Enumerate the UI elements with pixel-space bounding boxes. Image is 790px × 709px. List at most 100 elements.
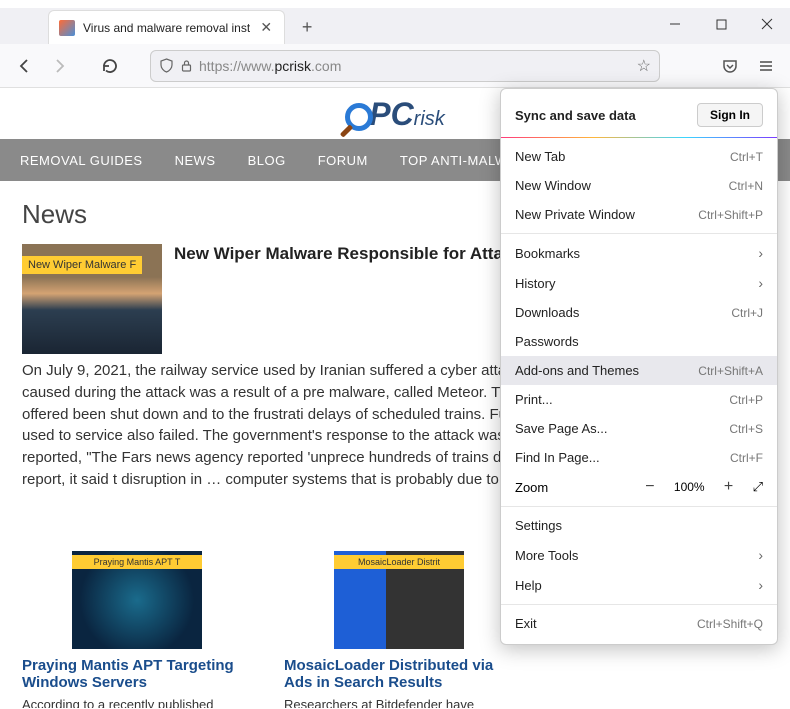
card-title[interactable]: Praying Mantis APT Targeting Windows Ser… [22, 657, 252, 691]
menu-separator [501, 506, 777, 507]
browser-tab[interactable]: Virus and malware removal inst ✕ [48, 10, 285, 44]
menu-item-label: Settings [515, 518, 562, 533]
menu-shortcut: Ctrl+T [730, 150, 763, 164]
menu-shortcut: Ctrl+J [731, 306, 763, 320]
close-icon[interactable]: ✕ [258, 20, 274, 36]
zoom-label: Zoom [515, 480, 640, 495]
zoom-value: 100% [674, 480, 705, 494]
forward-button[interactable] [44, 50, 76, 82]
menu-separator [501, 137, 777, 138]
menu-item-passwords[interactable]: Passwords [501, 327, 777, 356]
menu-item-new-private-window[interactable]: New Private Window Ctrl+Shift+P [501, 200, 777, 229]
nav-news[interactable]: NEWS [175, 153, 216, 168]
titlebar [0, 0, 790, 8]
new-tab-button[interactable]: + [293, 13, 321, 41]
url-text: https://www.pcrisk.com [199, 58, 631, 74]
menu-item-more-tools[interactable]: More Tools › [501, 540, 777, 570]
toolbar: https://www.pcrisk.com ☆ [0, 44, 790, 88]
zoom-in-button[interactable]: + [719, 478, 739, 496]
menu-item-exit[interactable]: ExitCtrl+Shift+Q [501, 609, 777, 638]
zoom-row: Zoom − 100% + ⤢ [501, 472, 777, 502]
chevron-right-icon: › [758, 275, 763, 291]
menu-item-label: Exit [515, 616, 537, 631]
menu-item-label: Print... [515, 392, 553, 407]
menu-item-label: Downloads [515, 305, 579, 320]
menu-shortcut: Ctrl+S [729, 422, 763, 436]
back-button[interactable] [8, 50, 40, 82]
menu-item-label: Help [515, 578, 542, 593]
url-bar[interactable]: https://www.pcrisk.com ☆ [150, 50, 660, 82]
card-body: Researchers at Bitdefender have [284, 697, 514, 709]
chevron-right-icon: › [758, 577, 763, 593]
chevron-right-icon: › [758, 547, 763, 563]
hamburger-menu-button[interactable] [750, 50, 782, 82]
favicon-icon [59, 20, 75, 36]
menu-item-label: Passwords [515, 334, 579, 349]
menu-item-bookmarks[interactable]: Bookmarks › [501, 238, 777, 268]
card-label: MosaicLoader Distrit [334, 555, 464, 569]
card-mosaic: MosaicLoader Distrit MosaicLoader Distri… [284, 551, 514, 709]
menu-item-settings[interactable]: Settings [501, 511, 777, 540]
tab-title: Virus and malware removal inst [83, 21, 250, 35]
menu-item-find-in-page[interactable]: Find In Page... Ctrl+F [501, 443, 777, 472]
site-logo[interactable]: PCrisk [345, 96, 445, 132]
menu-item-print[interactable]: Print... Ctrl+P [501, 385, 777, 414]
menu-item-label: New Private Window [515, 207, 635, 222]
menu-header: Sync and save data Sign In [501, 95, 777, 137]
window-controls [652, 8, 790, 40]
menu-item-label: History [515, 276, 555, 291]
reload-button[interactable] [94, 50, 126, 82]
menu-item-label: New Tab [515, 149, 565, 164]
nav-removal-guides[interactable]: REMOVAL GUIDES [20, 153, 143, 168]
nav-blog[interactable]: BLOG [248, 153, 286, 168]
menu-item-new-tab[interactable]: New Tab Ctrl+T [501, 142, 777, 171]
menu-item-help[interactable]: Help › [501, 570, 777, 600]
pocket-icon[interactable] [714, 50, 746, 82]
card-image[interactable]: Praying Mantis APT T [72, 551, 202, 649]
close-window-button[interactable] [744, 8, 790, 40]
menu-shortcut: Ctrl+Shift+P [698, 208, 763, 222]
chevron-right-icon: › [758, 245, 763, 261]
card-mantis: Praying Mantis APT T Praying Mantis APT … [22, 551, 252, 709]
zoom-out-button[interactable]: − [640, 478, 660, 496]
card-title[interactable]: MosaicLoader Distributed via Ads in Sear… [284, 657, 514, 691]
menu-item-label: Find In Page... [515, 450, 600, 465]
card-label: Praying Mantis APT T [72, 555, 202, 569]
menu-item-new-window[interactable]: New WindowCtrl+N [501, 171, 777, 200]
nav-forum[interactable]: FORUM [318, 153, 368, 168]
menu-item-add-ons-and-themes[interactable]: Add-ons and Themes Ctrl+Shift+A [501, 356, 777, 385]
shield-icon [159, 58, 174, 73]
menu-separator [501, 604, 777, 605]
menu-item-label: New Window [515, 178, 591, 193]
menu-shortcut: Ctrl+Shift+A [698, 364, 763, 378]
magnifier-icon [345, 103, 373, 131]
article-thumbnail[interactable]: New Wiper Malware F [22, 244, 162, 354]
logo-suffix: risk [414, 108, 445, 130]
menu-item-downloads[interactable]: Downloads Ctrl+J [501, 298, 777, 327]
thumb-label: New Wiper Malware F [22, 256, 142, 274]
menu-item-label: Add-ons and Themes [515, 363, 639, 378]
sign-in-button[interactable]: Sign In [697, 103, 763, 127]
menu-shortcut: Ctrl+P [729, 393, 763, 407]
app-menu: Sync and save data Sign In New Tab Ctrl+T… [500, 88, 778, 645]
menu-item-label: More Tools [515, 548, 578, 563]
menu-item-save-page-as[interactable]: Save Page As... Ctrl+S [501, 414, 777, 443]
menu-item-label: Bookmarks [515, 246, 580, 261]
maximize-button[interactable] [698, 8, 744, 40]
url-domain: pcrisk [274, 58, 311, 74]
logo-prefix: PC [369, 96, 413, 132]
url-tld: .com [311, 58, 341, 74]
fullscreen-icon[interactable]: ⤢ [753, 479, 763, 495]
menu-separator [501, 233, 777, 234]
tab-bar: Virus and malware removal inst ✕ + [0, 8, 790, 44]
sync-label: Sync and save data [515, 108, 636, 123]
minimize-button[interactable] [652, 8, 698, 40]
menu-item-label: Save Page As... [515, 421, 608, 436]
lock-icon [180, 59, 193, 72]
card-body: According to a recently published [22, 697, 252, 709]
menu-shortcut: Ctrl+F [730, 451, 763, 465]
card-image[interactable]: MosaicLoader Distrit [334, 551, 464, 649]
bookmark-star-icon[interactable]: ☆ [637, 56, 651, 76]
menu-item-history[interactable]: History › [501, 268, 777, 298]
url-scheme: https://www. [199, 58, 274, 74]
